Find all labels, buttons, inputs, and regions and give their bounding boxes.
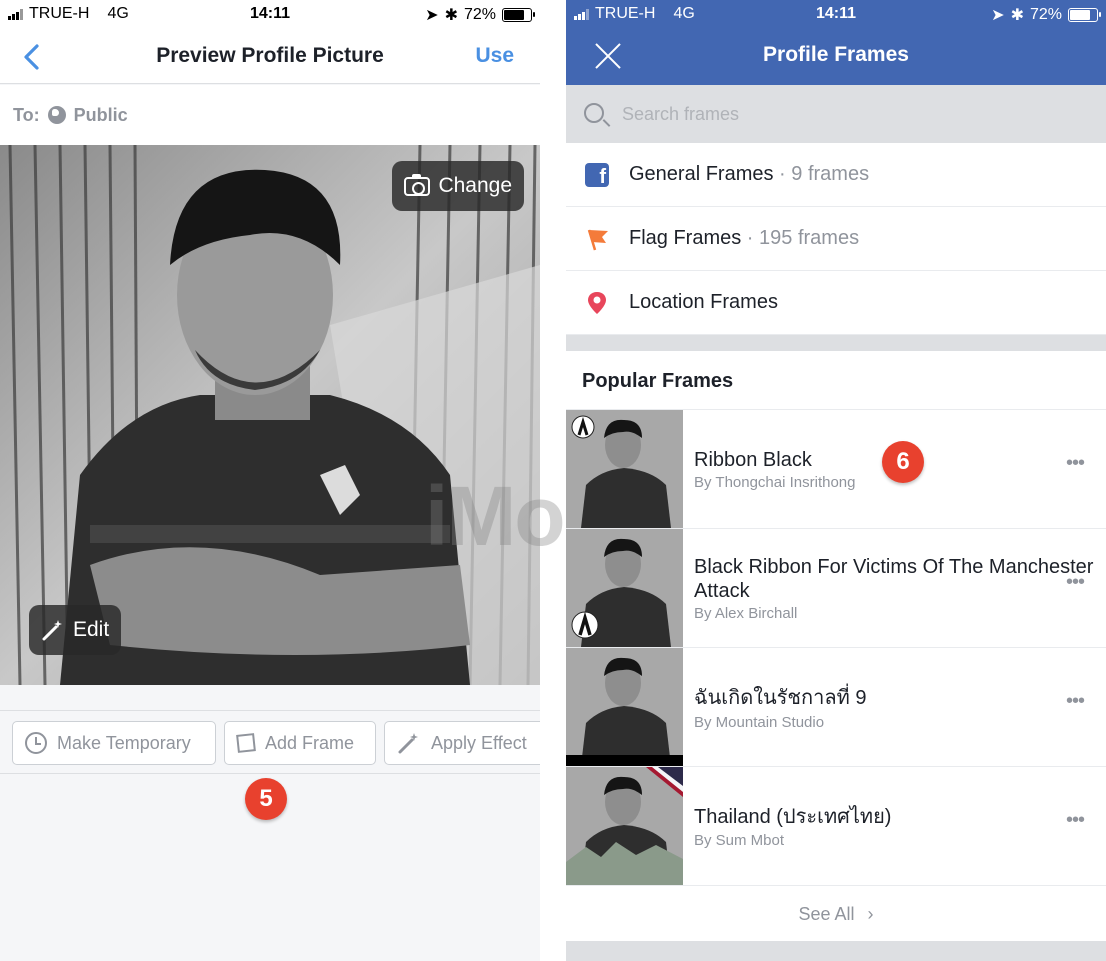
frame-name: Black Ribbon For Victims Of The Manchest… (694, 556, 1094, 602)
frame-icon (236, 733, 256, 753)
battery-level (504, 10, 525, 20)
frame-item-thailand[interactable]: Thailand (ประเทศไทย) By Sum Mbot ••• (566, 766, 1106, 885)
frame-name: Ribbon Black (694, 449, 812, 471)
battery-percent: 72% (1029, 6, 1062, 23)
bottom-divider (566, 941, 1106, 961)
apply-effect-button[interactable]: Apply Effect (384, 721, 540, 765)
add-frame-label: Add Frame (265, 732, 355, 753)
edit-photo-label: Edit (73, 618, 110, 641)
category-name: Flag Frames (629, 227, 742, 249)
bluetooth-icon: ✱ (444, 7, 458, 24)
category-label: Flag Frames · 195 frames (629, 227, 859, 250)
magic-wand-icon (42, 620, 62, 641)
battery-percent: 72% (463, 6, 496, 23)
status-right: ➤ ✱ 72% (425, 5, 535, 25)
frame-thumbnail-image (566, 648, 683, 766)
location-arrow-icon: ➤ (425, 7, 439, 24)
clock-icon (25, 732, 47, 754)
chevron-right-icon: › (867, 904, 874, 924)
audience-value: Public (73, 104, 128, 125)
location-pin-icon (588, 292, 606, 314)
frame-thumbnail (566, 767, 683, 885)
use-button[interactable]: Use (475, 44, 514, 68)
frame-thumbnail-image (566, 767, 683, 885)
see-all-link[interactable]: See All › (566, 885, 1106, 941)
status-right: ➤ ✱ 72% (991, 5, 1101, 25)
more-options-icon[interactable]: ••• (1066, 691, 1088, 718)
globe-icon (47, 106, 66, 124)
category-name: General Frames (629, 163, 774, 185)
more-options-icon[interactable]: ••• (1066, 810, 1088, 837)
flag-icon (587, 229, 608, 251)
popular-frames-heading: Popular Frames (582, 370, 734, 392)
frame-thumbnail-image (566, 529, 683, 647)
change-photo-button[interactable]: Change (392, 161, 524, 211)
category-count: · 9 frames (773, 163, 870, 185)
page-title: Profile Frames (763, 43, 909, 66)
audience-to-label: To: (13, 104, 40, 125)
right-screen-profile-frames: TRUE-H 4G 14:11 ➤ ✱ 72% Profile Frames f… (566, 0, 1106, 961)
apply-effect-label: Apply Effect (431, 732, 527, 753)
imoreapp-watermark-logo: iMo (425, 469, 566, 563)
frame-thumbnail (566, 648, 683, 766)
navigation-bar: Preview Profile Picture Use (0, 30, 540, 84)
battery-icon (502, 8, 535, 22)
frame-thumbnail (566, 410, 683, 528)
profile-photo-actions: Make Temporary Add Frame Apply Effect (0, 710, 540, 774)
frame-name: ฉันเกิดในรัชกาลที่ 9 (694, 687, 867, 709)
page-title: Preview Profile Picture (156, 44, 384, 67)
category-count: · 195 frames (741, 227, 860, 249)
search-frames-input[interactable] (622, 99, 1082, 129)
frame-item-born-in-reign-9[interactable]: ฉันเกิดในรัชกาลที่ 9 By Mountain Studio … (566, 647, 1106, 766)
search-bar (566, 85, 1106, 143)
search-icon (584, 103, 604, 123)
see-all-label: See All (798, 904, 855, 924)
frame-author: By Alex Birchall (694, 605, 798, 622)
category-general-frames[interactable]: f General Frames · 9 frames (566, 143, 1106, 207)
bluetooth-icon: ✱ (1010, 7, 1024, 24)
more-options-icon[interactable]: ••• (1066, 572, 1088, 599)
step-number-badge: 5 (245, 778, 287, 820)
camera-icon (404, 173, 431, 196)
category-location-frames[interactable]: Location Frames (566, 271, 1106, 335)
frame-item-ribbon-black[interactable]: Ribbon Black By Thongchai Insrithong ••• (566, 409, 1106, 528)
category-name: Location Frames (629, 291, 778, 313)
magic-wand-icon (398, 733, 418, 754)
status-bar: TRUE-H 4G 14:11 ➤ ✱ 72% (566, 0, 1106, 30)
navigation-bar: TRUE-H 4G 14:11 ➤ ✱ 72% Profile Frames (566, 0, 1106, 85)
facebook-icon: f (585, 163, 609, 187)
frame-item-black-ribbon-manchester[interactable]: Black Ribbon For Victims Of The Manchest… (566, 528, 1106, 647)
make-temporary-label: Make Temporary (57, 732, 191, 753)
frame-name: Thailand (ประเทศไทย) (694, 806, 892, 828)
frame-author: By Sum Mbot (694, 832, 785, 849)
location-arrow-icon: ➤ (991, 7, 1005, 24)
category-label: Location Frames (629, 291, 778, 314)
audience-row[interactable]: To: Public (0, 85, 540, 145)
profile-photo-image (0, 145, 540, 685)
battery-level (1070, 10, 1091, 20)
category-flag-frames[interactable]: Flag Frames · 195 frames (566, 207, 1106, 271)
change-photo-label: Change (438, 174, 512, 197)
battery-icon (1068, 8, 1101, 22)
frame-thumbnail (566, 529, 683, 647)
frame-author: By Thongchai Insrithong (694, 474, 856, 491)
frame-author: By Mountain Studio (694, 714, 825, 731)
edit-photo-button[interactable]: Edit (29, 605, 122, 655)
add-frame-button[interactable]: Add Frame (224, 721, 376, 765)
status-bar: TRUE-H 4G 14:11 ➤ ✱ 72% (0, 0, 540, 30)
profile-photo-preview: Change Edit (0, 145, 540, 685)
section-divider (566, 335, 1106, 351)
more-options-icon[interactable]: ••• (1066, 453, 1088, 480)
frame-thumbnail-image (566, 410, 683, 528)
step-number-badge: 6 (882, 441, 924, 483)
category-label: General Frames · 9 frames (629, 163, 869, 186)
make-temporary-button[interactable]: Make Temporary (12, 721, 216, 765)
